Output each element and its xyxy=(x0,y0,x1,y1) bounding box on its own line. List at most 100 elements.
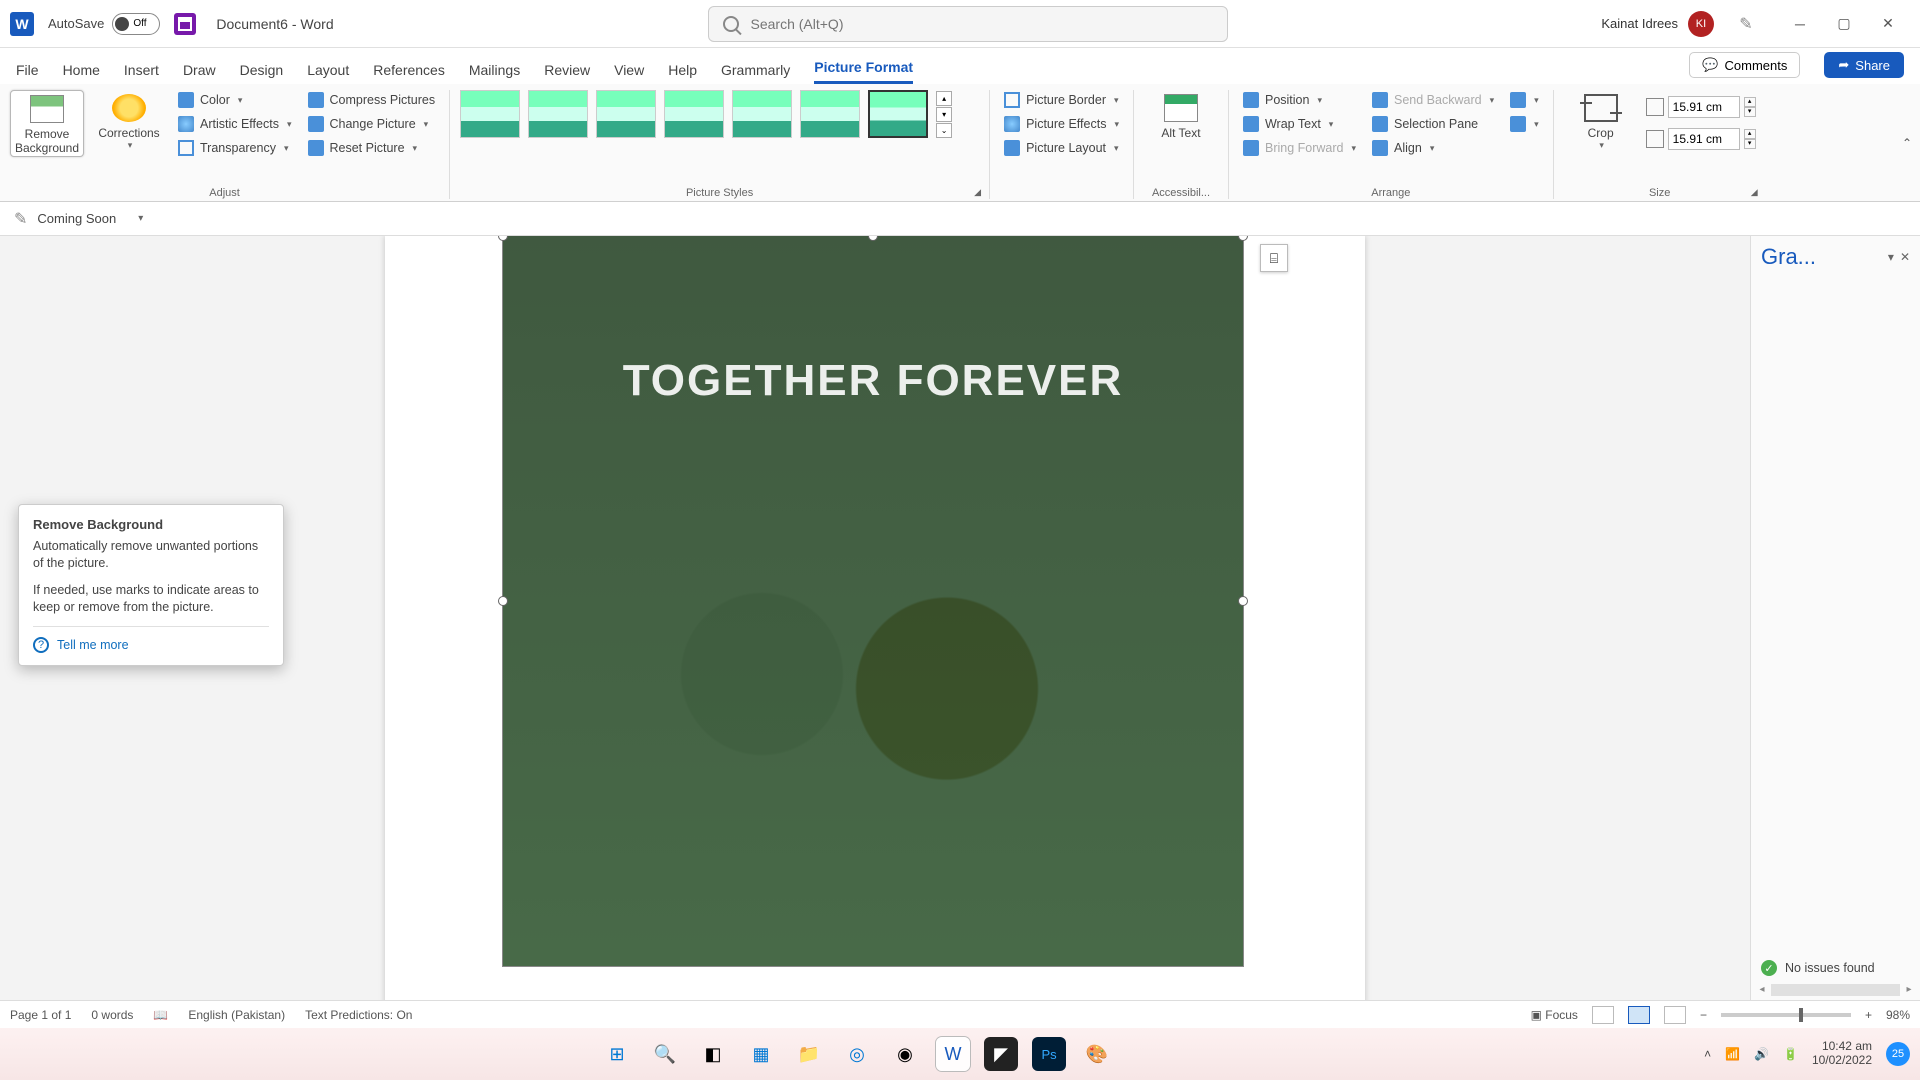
layout-options-button[interactable]: ⌸ xyxy=(1260,244,1288,272)
widgets-icon[interactable]: ▦ xyxy=(744,1037,778,1071)
size-dialog-launcher[interactable]: ◢ xyxy=(1751,187,1758,198)
change-picture-button[interactable]: Change Picture▾ xyxy=(304,114,440,134)
height-input[interactable] xyxy=(1668,96,1740,118)
share-button[interactable]: ➦ Share xyxy=(1824,52,1904,78)
volume-icon[interactable]: 🔊 xyxy=(1754,1047,1769,1061)
file-explorer-icon[interactable]: 📁 xyxy=(792,1037,826,1071)
picture-style-option[interactable] xyxy=(868,90,928,138)
picture-style-option[interactable] xyxy=(596,90,656,138)
tab-references[interactable]: References xyxy=(373,62,445,84)
crop-button[interactable]: Crop ▾ xyxy=(1564,90,1638,151)
comments-button[interactable]: 💬 Comments xyxy=(1689,52,1800,78)
battery-icon[interactable]: 🔋 xyxy=(1783,1047,1798,1061)
color-button[interactable]: Color▾ xyxy=(174,90,296,110)
picture-style-option[interactable] xyxy=(528,90,588,138)
word-count[interactable]: 0 words xyxy=(91,1008,133,1022)
tab-home[interactable]: Home xyxy=(63,62,100,84)
tab-view[interactable]: View xyxy=(614,62,644,84)
chrome-icon[interactable]: ◉ xyxy=(888,1037,922,1071)
tab-insert[interactable]: Insert xyxy=(124,62,159,84)
selection-pane-button[interactable]: Selection Pane xyxy=(1368,114,1498,134)
text-predictions[interactable]: Text Predictions: On xyxy=(305,1008,412,1022)
save-button[interactable] xyxy=(174,13,196,35)
photoshop-icon[interactable]: Ps xyxy=(1032,1037,1066,1071)
zoom-slider-knob[interactable] xyxy=(1799,1008,1803,1022)
app-icon[interactable]: ◤ xyxy=(984,1037,1018,1071)
artistic-effects-button[interactable]: Artistic Effects▾ xyxy=(174,114,296,134)
tab-help[interactable]: Help xyxy=(668,62,697,84)
start-button[interactable]: ⊞ xyxy=(600,1037,634,1071)
resize-handle[interactable] xyxy=(1238,236,1248,241)
pane-close-button[interactable]: ✕ xyxy=(1900,250,1910,264)
picture-border-button[interactable]: Picture Border▾ xyxy=(1000,90,1123,110)
taskbar-clock[interactable]: 10:42 am 10/02/2022 xyxy=(1812,1040,1872,1068)
tab-grammarly[interactable]: Grammarly xyxy=(721,62,790,84)
document-page[interactable]: TOGETHER FOREVER ⌸ xyxy=(385,236,1365,1000)
minimize-button[interactable]: ─ xyxy=(1778,9,1822,39)
wifi-icon[interactable]: 📶 xyxy=(1725,1047,1740,1061)
scroll-track[interactable] xyxy=(1771,984,1900,996)
pane-horizontal-scrollbar[interactable]: ◂ ▸ xyxy=(1751,984,1920,1000)
corrections-button[interactable]: Corrections ▾ xyxy=(92,90,166,151)
edge-icon[interactable]: ◎ xyxy=(840,1037,874,1071)
position-button[interactable]: Position▾ xyxy=(1239,90,1360,110)
picture-style-option[interactable] xyxy=(460,90,520,138)
gallery-scroll-down[interactable]: ▾ xyxy=(936,107,952,122)
tab-mailings[interactable]: Mailings xyxy=(469,62,520,84)
bring-forward-button[interactable]: Bring Forward▾ xyxy=(1239,138,1360,158)
task-view-icon[interactable]: ◧ xyxy=(696,1037,730,1071)
coming-soon-label[interactable]: Coming Soon xyxy=(37,211,116,226)
search-box[interactable] xyxy=(708,6,1228,42)
picture-style-option[interactable] xyxy=(732,90,792,138)
transparency-button[interactable]: Transparency▾ xyxy=(174,138,296,158)
page-indicator[interactable]: Page 1 of 1 xyxy=(10,1008,71,1022)
width-up[interactable]: ▴ xyxy=(1744,129,1756,139)
rotate-button[interactable]: ▾ xyxy=(1506,114,1543,134)
resize-handle[interactable] xyxy=(1238,596,1248,606)
search-input[interactable] xyxy=(751,16,1213,32)
height-up[interactable]: ▴ xyxy=(1744,97,1756,107)
scroll-left[interactable]: ◂ xyxy=(1755,984,1769,996)
read-mode-button[interactable] xyxy=(1592,1006,1614,1024)
gallery-scroll-up[interactable]: ▴ xyxy=(936,91,952,106)
tab-review[interactable]: Review xyxy=(544,62,590,84)
group-objects-button[interactable]: ▾ xyxy=(1506,90,1543,110)
web-layout-button[interactable] xyxy=(1664,1006,1686,1024)
remove-background-button[interactable]: Remove Background xyxy=(10,90,84,157)
tray-overflow-icon[interactable]: ˄ xyxy=(1704,1047,1711,1061)
quick-access-dropdown[interactable]: ▾ xyxy=(138,213,143,224)
picture-layout-button[interactable]: Picture Layout▾ xyxy=(1000,138,1123,158)
align-button[interactable]: Align▾ xyxy=(1368,138,1498,158)
gallery-expand[interactable]: ⌄ xyxy=(936,123,952,138)
notification-badge[interactable]: 25 xyxy=(1886,1042,1910,1066)
collapse-ribbon-button[interactable]: ⌃ xyxy=(1902,136,1912,150)
paint-icon[interactable]: 🎨 xyxy=(1080,1037,1114,1071)
wrap-text-button[interactable]: Wrap Text▾ xyxy=(1239,114,1360,134)
autosave-toggle[interactable]: Off xyxy=(112,13,160,35)
tab-layout[interactable]: Layout xyxy=(307,62,349,84)
pane-options-button[interactable]: ▾ xyxy=(1888,250,1894,264)
language-button[interactable]: English (Pakistan) xyxy=(188,1008,285,1022)
width-input[interactable] xyxy=(1668,128,1740,150)
zoom-out-button[interactable]: − xyxy=(1700,1008,1707,1022)
resize-handle[interactable] xyxy=(498,596,508,606)
tab-file[interactable]: File xyxy=(16,62,39,84)
tab-picture-format[interactable]: Picture Format xyxy=(814,59,913,84)
tell-me-more-link[interactable]: ? Tell me more xyxy=(33,626,269,653)
taskbar-search-icon[interactable]: 🔍 xyxy=(648,1037,682,1071)
height-down[interactable]: ▾ xyxy=(1744,107,1756,117)
print-layout-button[interactable] xyxy=(1628,1006,1650,1024)
alt-text-button[interactable]: Alt Text xyxy=(1144,90,1218,140)
scroll-right[interactable]: ▸ xyxy=(1902,984,1916,996)
picture-effects-button[interactable]: Picture Effects▾ xyxy=(1000,114,1123,134)
spellcheck-icon[interactable]: 📖 xyxy=(153,1008,168,1022)
maximize-button[interactable]: ▢ xyxy=(1822,9,1866,39)
tab-draw[interactable]: Draw xyxy=(183,62,216,84)
account-avatar[interactable]: KI xyxy=(1688,11,1714,37)
zoom-in-button[interactable]: + xyxy=(1865,1008,1872,1022)
width-down[interactable]: ▾ xyxy=(1744,139,1756,149)
focus-mode-button[interactable]: ▣ Focus xyxy=(1531,1008,1578,1022)
close-button[interactable]: ✕ xyxy=(1866,9,1910,39)
send-backward-button[interactable]: Send Backward▾ xyxy=(1368,90,1498,110)
styles-dialog-launcher[interactable]: ◢ xyxy=(974,187,981,198)
